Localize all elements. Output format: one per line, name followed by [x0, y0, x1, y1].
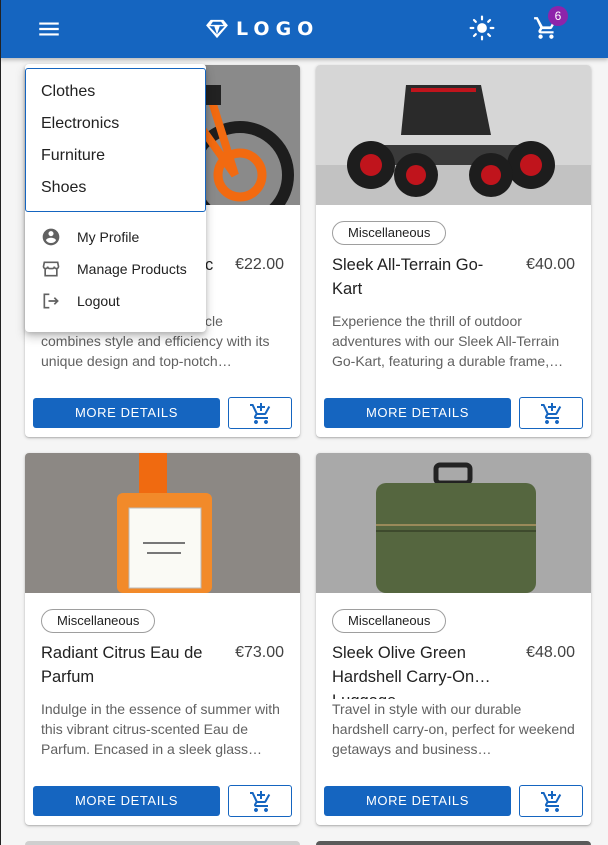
product-description: Travel in style with our durable hardshe… — [332, 701, 575, 757]
product-title: Sleek All-Terrain Go-Kart — [332, 256, 484, 298]
add-to-cart-button[interactable] — [519, 785, 583, 817]
logo-text: LOGO — [236, 18, 320, 40]
product-price: €73.00 — [235, 644, 284, 661]
product-image-go-kart[interactable] — [316, 65, 591, 205]
account-circle-icon — [42, 228, 60, 246]
description-text: combines style and efficiency with its u… — [41, 333, 270, 369]
brightness-icon[interactable] — [469, 15, 495, 41]
product-description: Indulge in the essence of summer with th… — [41, 701, 280, 757]
product-title: Sleek Olive Green Hardshell Carry-On… Lu… — [332, 641, 502, 699]
add-shopping-cart-icon — [250, 791, 271, 812]
product-title: c — [205, 256, 214, 274]
menu-item-label: My Profile — [77, 229, 140, 245]
menu-item-label: Manage Products — [77, 261, 187, 277]
menu-item-manage-products[interactable]: Manage Products — [41, 257, 187, 281]
menu-item-logout[interactable]: Logout — [41, 289, 120, 313]
product-title-text: Sleek Olive Green Hardshell Carry-On… — [332, 644, 491, 686]
more-details-button[interactable]: MORE DETAILS — [33, 398, 220, 428]
more-details-button[interactable]: MORE DETAILS — [33, 786, 220, 816]
menu-item-my-profile[interactable]: My Profile — [41, 225, 139, 249]
logo[interactable]: LOGO — [206, 15, 319, 43]
product-title: Radiant Citrus Eau de Parfum — [41, 644, 203, 686]
menu-icon[interactable] — [36, 16, 62, 42]
more-details-button[interactable]: MORE DETAILS — [324, 398, 511, 428]
product-price: €40.00 — [526, 256, 575, 273]
cart-count-badge: 6 — [548, 6, 568, 26]
window-edge — [0, 0, 1, 845]
add-to-cart-button[interactable] — [228, 397, 292, 429]
category-item-clothes[interactable]: Clothes — [41, 83, 95, 101]
category-chip[interactable]: Miscellaneous — [332, 221, 447, 245]
product-price: €48.00 — [526, 644, 575, 661]
product-card: Miscellaneous Radiant Citrus Eau de Parf… — [25, 453, 300, 825]
category-chip[interactable]: Miscellaneous — [41, 609, 156, 633]
product-title-overflow: Luggage — [332, 689, 396, 699]
add-to-cart-button[interactable] — [519, 397, 583, 429]
add-shopping-cart-icon — [250, 403, 271, 424]
category-item-shoes[interactable]: Shoes — [41, 179, 86, 197]
product-card-partial — [25, 841, 300, 845]
category-list: Clothes Electronics Furniture Shoes — [25, 68, 206, 212]
description-line-fragment: cle — [205, 313, 223, 329]
product-image-perfume[interactable] — [25, 453, 300, 593]
product-price: €22.00 — [235, 256, 284, 273]
add-shopping-cart-icon — [541, 791, 562, 812]
logout-icon — [43, 293, 59, 309]
product-card: Miscellaneous Sleek Olive Green Hardshel… — [316, 453, 591, 825]
more-details-button[interactable]: MORE DETAILS — [324, 786, 511, 816]
product-description: Experience the thrill of outdoor adventu… — [332, 313, 564, 369]
category-item-electronics[interactable]: Electronics — [41, 115, 119, 133]
category-chip[interactable]: Miscellaneous — [332, 609, 447, 633]
product-card-partial — [316, 841, 591, 845]
product-image-luggage[interactable] — [316, 453, 591, 593]
category-item-furniture[interactable]: Furniture — [41, 147, 105, 165]
menu-item-label: Logout — [77, 293, 120, 309]
diamond-icon — [206, 19, 228, 39]
add-to-cart-button[interactable] — [228, 785, 292, 817]
navigation-menu: Clothes Electronics Furniture Shoes My P… — [25, 64, 206, 332]
app-bar: LOGO 6 — [0, 0, 608, 58]
add-shopping-cart-icon — [541, 403, 562, 424]
store-icon — [42, 261, 60, 277]
product-card: Miscellaneous Sleek All-Terrain Go-Kart … — [316, 65, 591, 437]
